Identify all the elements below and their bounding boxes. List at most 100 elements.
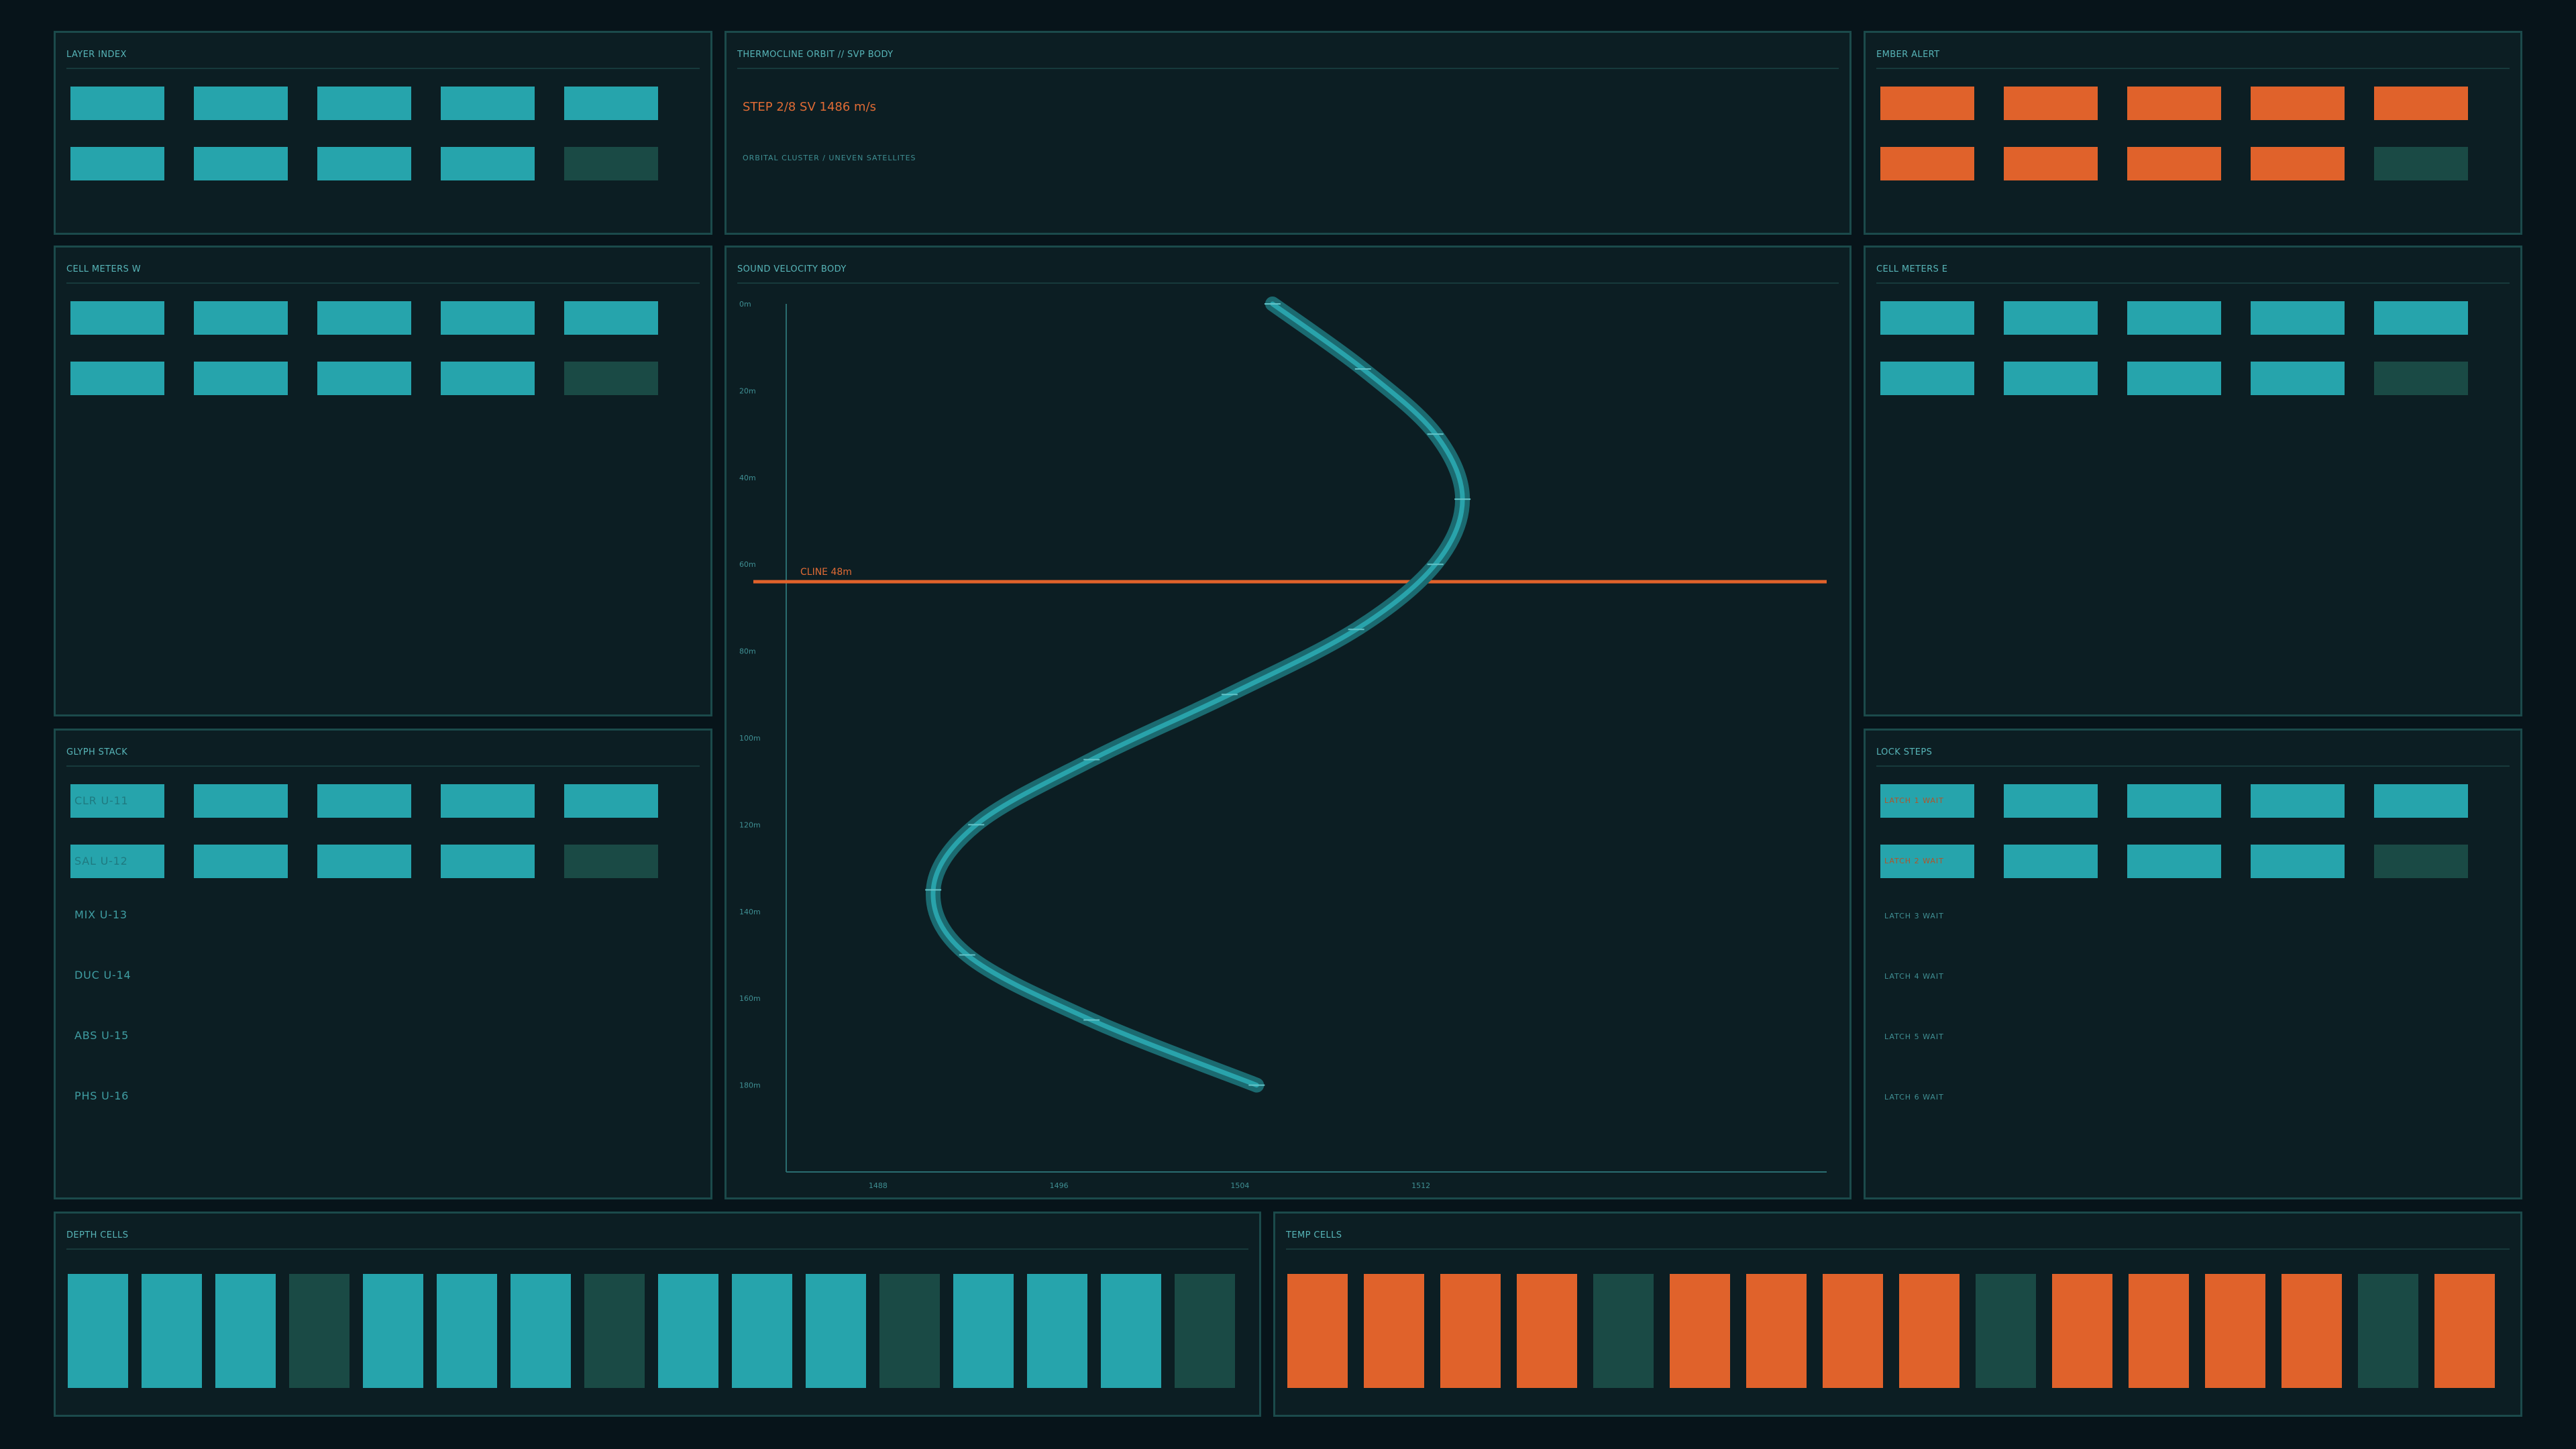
- layer-cell[interactable]: [441, 87, 535, 120]
- glyph-item[interactable]: DUC U-14: [74, 969, 131, 981]
- glyph-cell[interactable]: [194, 784, 288, 818]
- temp-cell[interactable]: [1287, 1274, 1348, 1388]
- temp-cell[interactable]: [1899, 1274, 1960, 1388]
- glyph-cell[interactable]: [194, 845, 288, 878]
- temp-cell-inactive[interactable]: [1593, 1274, 1654, 1388]
- glyph-item[interactable]: SAL U-12: [74, 855, 128, 867]
- glyph-item[interactable]: ABS U-15: [74, 1029, 129, 1042]
- layer-cell[interactable]: [441, 147, 535, 180]
- temp-cell[interactable]: [2205, 1274, 2265, 1388]
- meter-cell[interactable]: [2374, 301, 2468, 335]
- meter-cell[interactable]: [70, 301, 164, 335]
- layer-cell[interactable]: [194, 87, 288, 120]
- layer-cell[interactable]: [70, 147, 164, 180]
- glyph-cell[interactable]: [441, 784, 535, 818]
- ember-cell[interactable]: [2004, 87, 2098, 120]
- meter-cell[interactable]: [2251, 301, 2345, 335]
- meter-cell[interactable]: [194, 362, 288, 395]
- ember-cell[interactable]: [2127, 147, 2221, 180]
- depth-cell[interactable]: [953, 1274, 1014, 1388]
- temp-cell[interactable]: [1364, 1274, 1424, 1388]
- temp-cell[interactable]: [1440, 1274, 1501, 1388]
- depth-cell[interactable]: [806, 1274, 866, 1388]
- latch-item[interactable]: LATCH 1 WAIT: [1884, 796, 1944, 805]
- ember-cell[interactable]: [1880, 87, 1974, 120]
- glyph-cell[interactable]: [441, 845, 535, 878]
- layer-cell[interactable]: [70, 87, 164, 120]
- meter-cell[interactable]: [1880, 301, 1974, 335]
- temp-cell[interactable]: [2282, 1274, 2342, 1388]
- depth-cell-inactive[interactable]: [879, 1274, 940, 1388]
- meter-cell-inactive[interactable]: [564, 362, 658, 395]
- layer-cell[interactable]: [317, 147, 411, 180]
- meter-cell[interactable]: [441, 301, 535, 335]
- depth-cell-inactive[interactable]: [289, 1274, 350, 1388]
- meter-cell[interactable]: [2004, 301, 2098, 335]
- temp-cell[interactable]: [2052, 1274, 2112, 1388]
- depth-cell[interactable]: [511, 1274, 571, 1388]
- depth-cell[interactable]: [658, 1274, 718, 1388]
- layer-cell[interactable]: [564, 87, 658, 120]
- ember-cell[interactable]: [2004, 147, 2098, 180]
- latch-item[interactable]: LATCH 5 WAIT: [1884, 1032, 1944, 1041]
- depth-cell[interactable]: [363, 1274, 423, 1388]
- ember-cell[interactable]: [2374, 87, 2468, 120]
- depth-cell-inactive[interactable]: [584, 1274, 645, 1388]
- ember-cell[interactable]: [2127, 87, 2221, 120]
- depth-cell[interactable]: [1101, 1274, 1161, 1388]
- lock-cell[interactable]: [2127, 784, 2221, 818]
- ember-cell[interactable]: [2251, 87, 2345, 120]
- ember-cell[interactable]: [2251, 147, 2345, 180]
- meter-cell[interactable]: [2127, 362, 2221, 395]
- glyph-item[interactable]: PHS U-16: [74, 1089, 129, 1102]
- temp-cell-inactive[interactable]: [1976, 1274, 2036, 1388]
- latch-item[interactable]: LATCH 2 WAIT: [1884, 857, 1944, 865]
- lock-cell[interactable]: [2004, 845, 2098, 878]
- lock-cell[interactable]: [2127, 845, 2221, 878]
- meter-cell[interactable]: [2004, 362, 2098, 395]
- lock-cell[interactable]: [2374, 784, 2468, 818]
- meter-cell[interactable]: [317, 301, 411, 335]
- depth-cell[interactable]: [1027, 1274, 1087, 1388]
- latch-item[interactable]: LATCH 6 WAIT: [1884, 1093, 1944, 1102]
- glyph-item[interactable]: CLR U-11: [74, 794, 129, 807]
- meter-cell[interactable]: [70, 362, 164, 395]
- layer-cell[interactable]: [317, 87, 411, 120]
- lock-cell-inactive[interactable]: [2374, 845, 2468, 878]
- meter-cell[interactable]: [2251, 362, 2345, 395]
- latch-item[interactable]: LATCH 3 WAIT: [1884, 912, 1944, 920]
- temp-cell[interactable]: [2434, 1274, 2495, 1388]
- meter-cell[interactable]: [317, 362, 411, 395]
- temp-cell-inactive[interactable]: [2358, 1274, 2418, 1388]
- glyph-cell[interactable]: [564, 784, 658, 818]
- meter-cell-inactive[interactable]: [2374, 362, 2468, 395]
- temp-cell[interactable]: [1670, 1274, 1730, 1388]
- lock-cell[interactable]: [2004, 784, 2098, 818]
- meter-cell[interactable]: [441, 362, 535, 395]
- temp-cell[interactable]: [1746, 1274, 1807, 1388]
- temp-cell[interactable]: [2129, 1274, 2189, 1388]
- glyph-cell[interactable]: [317, 845, 411, 878]
- glyph-cell[interactable]: [317, 784, 411, 818]
- layer-cell[interactable]: [194, 147, 288, 180]
- lock-cell[interactable]: [2251, 845, 2345, 878]
- ember-cell-inactive[interactable]: [2374, 147, 2468, 180]
- depth-cell[interactable]: [732, 1274, 792, 1388]
- ember-cell[interactable]: [1880, 147, 1974, 180]
- latch-item[interactable]: LATCH 4 WAIT: [1884, 972, 1944, 981]
- meter-cell[interactable]: [2127, 301, 2221, 335]
- temp-cell[interactable]: [1823, 1274, 1883, 1388]
- glyph-cell-inactive[interactable]: [564, 845, 658, 878]
- meter-cell[interactable]: [194, 301, 288, 335]
- depth-cell[interactable]: [68, 1274, 128, 1388]
- depth-cell-inactive[interactable]: [1175, 1274, 1235, 1388]
- depth-cell[interactable]: [437, 1274, 497, 1388]
- meter-cell[interactable]: [564, 301, 658, 335]
- depth-cell[interactable]: [142, 1274, 202, 1388]
- lock-cell[interactable]: [2251, 784, 2345, 818]
- temp-cell[interactable]: [1517, 1274, 1577, 1388]
- meter-cell[interactable]: [1880, 362, 1974, 395]
- glyph-item[interactable]: MIX U-13: [74, 908, 127, 921]
- layer-cell-inactive[interactable]: [564, 147, 658, 180]
- depth-cell[interactable]: [215, 1274, 276, 1388]
